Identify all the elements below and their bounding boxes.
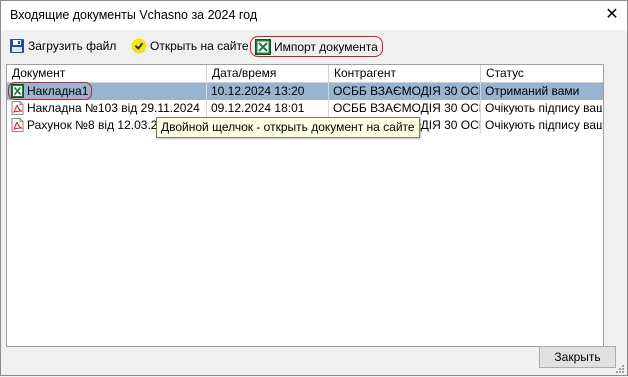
pdf-icon — [11, 118, 24, 132]
open-on-site-button[interactable]: Открыть на сайте — [131, 36, 249, 56]
document-name: Рахунок №8 від 12.03.20 — [27, 118, 165, 132]
document-name: Накладна №103 від 29.11.2024 — [27, 101, 200, 115]
tooltip: Двойной щелчок - открыть документ на сай… — [156, 117, 420, 138]
excel-icon — [255, 38, 271, 55]
document-cell: Накладна №103 від 29.11.2024 — [7, 100, 207, 117]
column-header-status[interactable]: Статус — [481, 65, 603, 82]
resize-grip-icon[interactable] — [615, 363, 625, 373]
close-button[interactable]: Закрыть — [539, 346, 616, 368]
column-header-datetime[interactable]: Дата/время — [207, 65, 329, 82]
highlighted-document-name: Накладна1 — [8, 82, 93, 100]
document-cell: Накладна1 — [7, 82, 207, 100]
import-document-button[interactable]: Импорт документа — [250, 36, 383, 57]
status-cell: Очікують підпису ваш — [485, 118, 602, 132]
window-close-button[interactable]: ✕ — [597, 1, 627, 30]
status-cell: Отриманий вами — [485, 84, 580, 98]
floppy-disk-icon — [9, 38, 25, 54]
title-bar: Входящие документы Vchasno за 2024 год ✕ — [1, 1, 627, 30]
table-row[interactable]: Накладна1 10.12.2024 13:20 ОСББ ВЗАЄМОДІ… — [7, 82, 603, 100]
open-on-site-label: Открыть на сайте — [150, 39, 249, 53]
documents-table[interactable]: Документ Дата/время Контрагент Статус На… — [6, 64, 604, 347]
toolbar: Загрузить файл Открыть на сайте Импорт д… — [1, 31, 627, 61]
dialog-window: Входящие документы Vchasno за 2024 год ✕… — [0, 0, 628, 376]
window-title: Входящие документы Vchasno за 2024 год — [10, 8, 258, 22]
table-header: Документ Дата/время Контрагент Статус — [7, 65, 603, 83]
document-name: Накладна1 — [27, 84, 89, 98]
pdf-icon — [11, 101, 24, 115]
column-header-document[interactable]: Документ — [7, 65, 207, 82]
upload-file-button[interactable]: Загрузить файл — [9, 36, 116, 56]
column-header-counterparty[interactable]: Контрагент — [329, 65, 481, 82]
table-row[interactable]: Накладна №103 від 29.11.2024 09.12.2024 … — [7, 100, 603, 117]
counterparty-cell: ОСББ ВЗАЄМОДІЯ 30 ОСББ — [329, 83, 481, 100]
counterparty-cell: ОСББ ВЗАЄМОДІЯ 30 ОСББ — [329, 100, 481, 117]
datetime-cell: 09.12.2024 18:01 — [207, 100, 329, 117]
status-cell: Очікують підпису ваш — [485, 101, 602, 115]
vchasno-logo-icon — [131, 38, 147, 54]
datetime-cell: 10.12.2024 13:20 — [207, 83, 329, 100]
excel-icon — [11, 84, 24, 98]
import-document-label: Импорт документа — [274, 39, 378, 54]
upload-file-label: Загрузить файл — [28, 39, 117, 53]
